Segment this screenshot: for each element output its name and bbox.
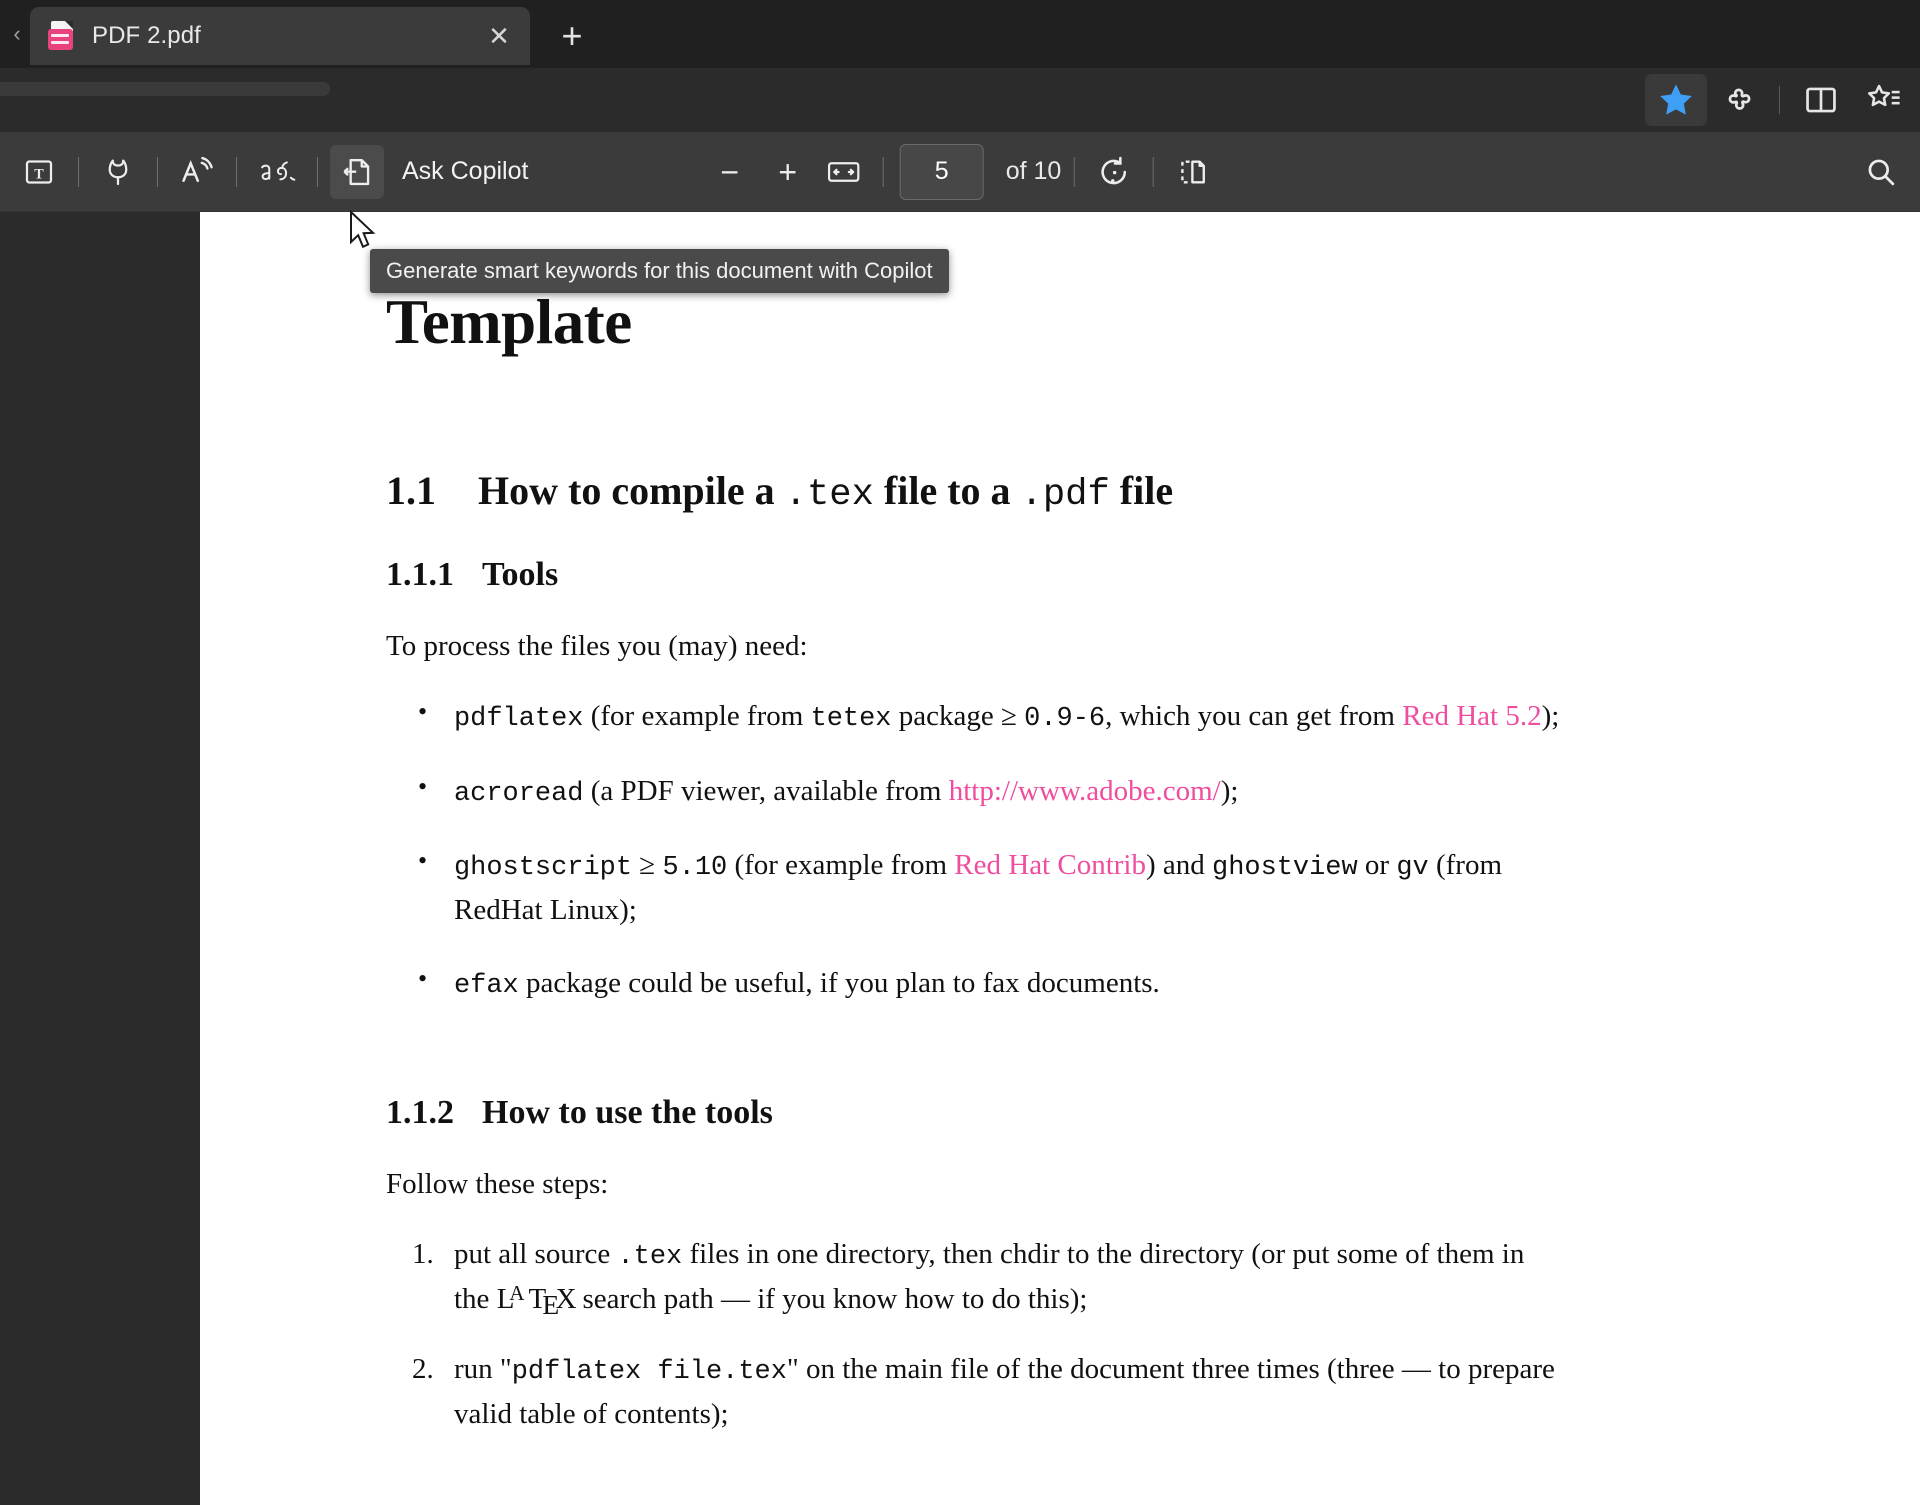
tab-scroll-left-icon[interactable]: ‹: [4, 0, 30, 68]
heading-1-1-2: 1.1.2 How to use the tools: [386, 1094, 1848, 1132]
heading-number: 1.1: [386, 468, 436, 513]
mouse-cursor: [349, 209, 377, 255]
smart-keywords-icon[interactable]: [330, 144, 384, 199]
list-item: put all source .tex files in one directo…: [412, 1233, 1525, 1320]
toolbar-divider: [1779, 86, 1780, 114]
page-total-label: of 10: [1005, 157, 1062, 185]
toolbar-divider: [882, 156, 884, 187]
draw-ink-icon[interactable]: [91, 145, 145, 199]
intro-tools: To process the files you (may) need:: [386, 630, 808, 662]
page-navigation-group: − + 5 of 10: [701, 143, 1220, 200]
search-icon[interactable]: [1854, 145, 1908, 199]
split-screen-icon[interactable]: [1790, 74, 1852, 126]
heading-number: 1.1.1: [386, 556, 454, 593]
list-item: pdflatex (for example from tetex package…: [386, 693, 1566, 740]
tab-strip: ‹ PDF 2.pdf ✕ +: [0, 0, 1920, 68]
toolbar-divider: [78, 156, 79, 187]
read-aloud-icon[interactable]: [170, 145, 224, 199]
list-item: acroread (a PDF viewer, available from h…: [386, 768, 1566, 815]
zoom-in-button[interactable]: +: [759, 145, 817, 199]
collections-icon[interactable]: [1852, 74, 1914, 126]
heading-text: How to use the tools: [482, 1094, 773, 1132]
translate-icon[interactable]: [249, 145, 305, 199]
pdf-toolbar-right: [1854, 145, 1908, 199]
tools-list: pdflatex (for example from tetex package…: [386, 693, 1848, 1007]
address-bar[interactable]: [0, 82, 330, 96]
pdf-viewer[interactable]: Template 1.1 How to compile a .tex file …: [0, 212, 1920, 1505]
tab-pdf-2[interactable]: PDF 2.pdf ✕: [30, 7, 530, 65]
browser-window: ‹ PDF 2.pdf ✕ + T Ask Copilot − + 5 of 1…: [0, 0, 1920, 1505]
list-item: run "pdflatex file.tex" on the main file…: [412, 1348, 1555, 1431]
favorite-star-icon[interactable]: [1645, 74, 1707, 126]
toolbar-divider: [317, 156, 318, 187]
heading-text: How to compile a .tex file to a .pdf fil…: [478, 468, 1174, 516]
toolbar-divider: [236, 156, 237, 187]
list-item: efax package could be useful, if you pla…: [386, 960, 1566, 1007]
zoom-out-button[interactable]: −: [701, 145, 759, 199]
text-selection-icon[interactable]: T: [12, 145, 66, 199]
pdf-file-icon: [48, 20, 78, 52]
heading-1-1-1: 1.1.1 Tools: [386, 556, 1848, 594]
list-item: ghostscript ≥ 5.10 (for example from Red…: [386, 842, 1566, 931]
heading-number: 1.1.2: [386, 1094, 454, 1132]
toolbar-divider: [157, 156, 158, 187]
tab-title: PDF 2.pdf: [92, 22, 201, 49]
intro-howto: Follow these steps:: [386, 1168, 609, 1201]
toolbar-divider: [1073, 156, 1075, 187]
extensions-icon[interactable]: [1707, 74, 1769, 126]
fit-to-width-icon[interactable]: [817, 145, 871, 199]
ask-copilot-button[interactable]: Ask Copilot: [402, 157, 528, 186]
toolbar-divider: [1152, 156, 1154, 187]
browser-action-bar: [0, 68, 1920, 132]
rotate-page-icon[interactable]: [1086, 145, 1140, 199]
new-tab-button[interactable]: +: [544, 8, 600, 64]
page-view-icon[interactable]: [1165, 145, 1219, 199]
tooltip: Generate smart keywords for this documen…: [370, 249, 949, 293]
close-icon[interactable]: ✕: [482, 19, 516, 53]
pdf-page: Template 1.1 How to compile a .tex file …: [200, 212, 1920, 1505]
heading-1-1: 1.1 How to compile a .tex file to a .pdf…: [386, 467, 1848, 516]
document-content: Template 1.1 How to compile a .tex file …: [200, 212, 1920, 1436]
page-number-input[interactable]: 5: [899, 143, 984, 200]
pdf-toolbar: T Ask Copilot − + 5 of 10: [0, 132, 1920, 212]
svg-text:T: T: [34, 166, 44, 182]
document-title: Template: [386, 287, 632, 357]
steps-list: put all source .tex files in one directo…: [386, 1233, 1848, 1436]
heading-text: Tools: [482, 556, 559, 593]
